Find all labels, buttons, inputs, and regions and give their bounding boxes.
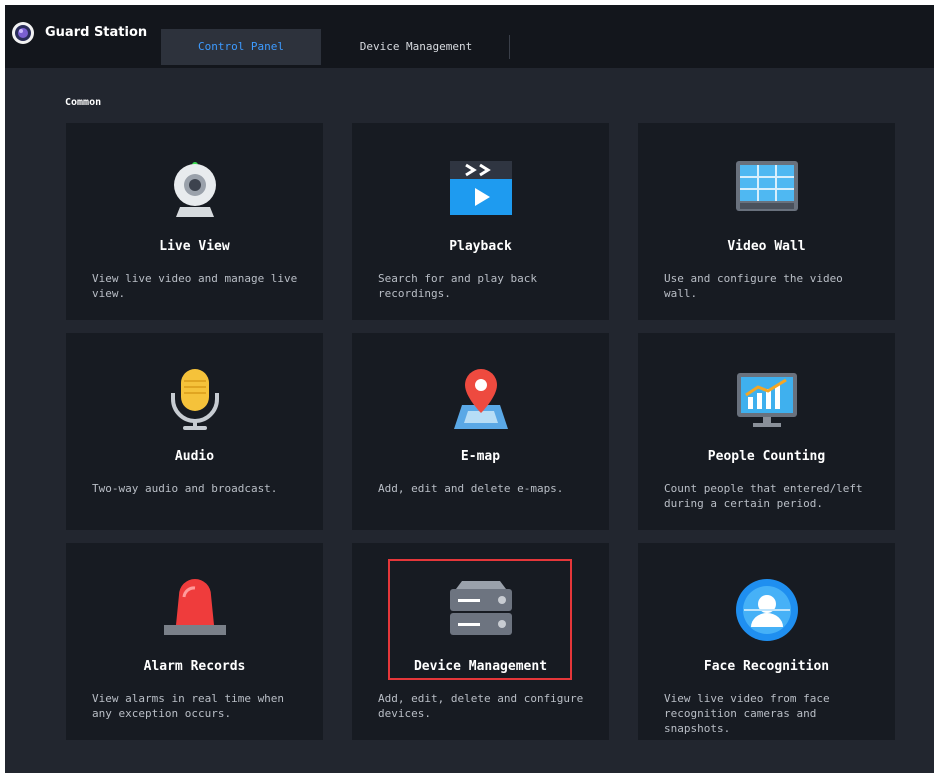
microphone-icon [171, 369, 219, 430]
card-video-wall[interactable]: Video Wall Use and configure the video w… [638, 123, 895, 320]
card-audio[interactable]: Audio Two-way audio and broadcast. [66, 333, 323, 530]
card-live-view[interactable]: Live View View live video and manage liv… [66, 123, 323, 320]
card-description: View alarms in real time when any except… [92, 692, 285, 720]
video-wall-icon [736, 161, 798, 211]
card-description: Two-way audio and broadcast. [92, 482, 278, 495]
tab-control-panel[interactable]: Control Panel [161, 29, 321, 65]
tab-divider [509, 35, 510, 59]
card-description: View live video and manage live view. [92, 272, 298, 300]
webcam-icon [174, 162, 216, 217]
card-title: Alarm Records [143, 659, 246, 674]
card-people-counting[interactable]: People Counting Count people that entere… [638, 333, 895, 530]
card-alarm-records[interactable]: Alarm Records View alarms in real time w… [66, 543, 323, 740]
card-title: Face Recognition [703, 659, 830, 674]
top-bar: Guard Station Control Panel Device Manag… [5, 5, 934, 68]
card-description: View live video from face recognition ca… [664, 692, 830, 735]
server-icon [450, 581, 512, 635]
card-title: Video Wall [727, 239, 806, 254]
card-title: People Counting [707, 449, 826, 464]
face-recognition-icon [736, 579, 798, 641]
map-pin-icon [454, 369, 508, 429]
playback-icon [450, 161, 512, 215]
chart-monitor-icon [737, 373, 797, 427]
card-description: Count people that entered/left during a … [664, 482, 863, 510]
card-title: E-map [460, 449, 501, 464]
card-description: Use and configure the video wall. [664, 272, 843, 300]
card-title: Audio [174, 449, 215, 464]
card-playback[interactable]: Playback Search for and play back record… [352, 123, 609, 320]
section-label-common: Common [65, 97, 102, 108]
card-description: Add, edit and delete e-maps. [378, 482, 564, 495]
app-window: Guard Station Control Panel Device Manag… [5, 5, 934, 773]
card-title: Playback [449, 239, 512, 254]
card-title: Live View [159, 239, 230, 254]
guard-station-logo-icon [12, 22, 34, 44]
card-description: Search for and play back recordings. [378, 272, 537, 300]
card-device-management[interactable]: Device Management Add, edit, delete and … [352, 543, 609, 740]
card-e-map[interactable]: E-map Add, edit and delete e-maps. [352, 333, 609, 530]
card-title: Device Management [413, 659, 548, 674]
alarm-light-icon [164, 579, 226, 635]
app-title: Guard Station [45, 25, 148, 40]
card-face-recognition[interactable]: Face Recognition View live video from fa… [638, 543, 895, 740]
tab-device-management[interactable]: Device Management [323, 29, 509, 65]
card-description: Add, edit, delete and configure devices. [378, 692, 584, 720]
